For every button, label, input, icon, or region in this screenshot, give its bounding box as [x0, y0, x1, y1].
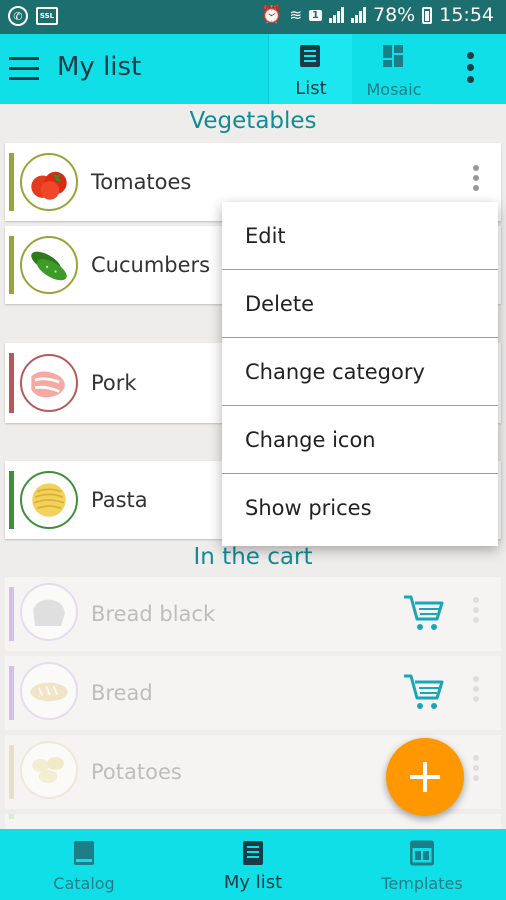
wifi-icon: ≋: [289, 6, 303, 24]
battery-icon: [422, 6, 433, 24]
catalog-book-icon: [74, 841, 94, 865]
cart-list-item-partial[interactable]: [5, 814, 501, 829]
alarm-icon: ⏰: [261, 5, 283, 25]
page-title: My list: [57, 52, 142, 82]
category-color-bar: [9, 814, 14, 819]
category-color-bar: [9, 236, 14, 294]
nav-templates-label: Templates: [381, 874, 463, 893]
cart-list-item[interactable]: Bread: [5, 656, 501, 730]
cart-icon[interactable]: [402, 591, 446, 635]
menu-item-change-icon[interactable]: Change icon: [222, 406, 498, 474]
signal-icon-2: [351, 7, 366, 23]
tomato-icon: [20, 153, 78, 211]
sim-slot-badge: 1: [309, 9, 322, 21]
tab-list-view[interactable]: List: [268, 34, 354, 104]
menu-item-delete[interactable]: Delete: [222, 270, 498, 338]
category-color-bar: [9, 471, 14, 529]
list-view-icon: [300, 45, 320, 67]
category-color-bar: [9, 666, 14, 720]
nav-templates[interactable]: Templates: [338, 829, 506, 900]
menu-item-change-category[interactable]: Change category: [222, 338, 498, 406]
tab-mosaic-view[interactable]: Mosaic: [352, 34, 436, 104]
nav-catalog[interactable]: Catalog: [0, 829, 168, 900]
clock: 15:54: [439, 4, 494, 26]
nav-my-list[interactable]: My list: [169, 829, 337, 900]
whatsapp-notification-icon: ✆: [8, 6, 28, 26]
item-more-icon[interactable]: [473, 165, 481, 195]
cart-icon[interactable]: [402, 670, 446, 714]
item-name: Cucumbers: [91, 253, 211, 277]
signal-icon: [329, 7, 344, 23]
my-list-icon: [243, 841, 263, 865]
item-more-icon[interactable]: [473, 755, 481, 785]
item-name: Bread: [91, 681, 153, 705]
item-name: Tomatoes: [91, 170, 192, 194]
bottom-navigation: Catalog My list Templates: [0, 829, 506, 900]
nav-my-list-label: My list: [223, 872, 283, 893]
bread-black-icon: [20, 583, 78, 641]
category-color-bar: [9, 353, 14, 413]
cart-list-item[interactable]: Bread black: [5, 577, 501, 651]
item-more-icon[interactable]: [473, 676, 481, 706]
hamburger-menu-icon[interactable]: [9, 57, 39, 81]
add-item-button[interactable]: [386, 738, 464, 816]
battery-percent: 78%: [373, 4, 416, 26]
category-color-bar: [9, 745, 14, 799]
nav-catalog-label: Catalog: [53, 874, 115, 893]
overflow-menu-icon[interactable]: [460, 52, 480, 86]
bread-icon: [20, 662, 78, 720]
mosaic-view-icon: [383, 45, 403, 67]
potato-icon: [20, 741, 78, 799]
cucumber-icon: [20, 236, 78, 294]
status-bar: ✆ SSL ⏰ ≋ 1 78% 15:54: [0, 0, 506, 34]
item-name: Bread black: [91, 602, 216, 626]
item-name: Potatoes: [91, 760, 182, 784]
category-color-bar: [9, 153, 14, 211]
pork-icon: [20, 354, 78, 412]
item-more-icon[interactable]: [473, 597, 481, 627]
templates-icon: [410, 840, 434, 866]
pasta-icon: [20, 471, 78, 529]
category-color-bar: [9, 587, 14, 641]
item-context-menu: Edit Delete Change category Change icon …: [222, 202, 498, 546]
tab-list-label: List: [295, 78, 327, 99]
app-bar: My list List Mosaic: [0, 34, 506, 104]
section-header-in-the-cart: In the cart: [193, 544, 313, 570]
item-name: Pasta: [91, 488, 148, 512]
menu-item-edit[interactable]: Edit: [222, 202, 498, 270]
item-name: Pork: [91, 371, 137, 395]
menu-item-show-prices[interactable]: Show prices: [222, 474, 498, 542]
ssl-notification-icon: SSL: [36, 7, 58, 25]
tab-mosaic-label: Mosaic: [366, 80, 422, 99]
section-header-vegetables: Vegetables: [189, 108, 317, 134]
